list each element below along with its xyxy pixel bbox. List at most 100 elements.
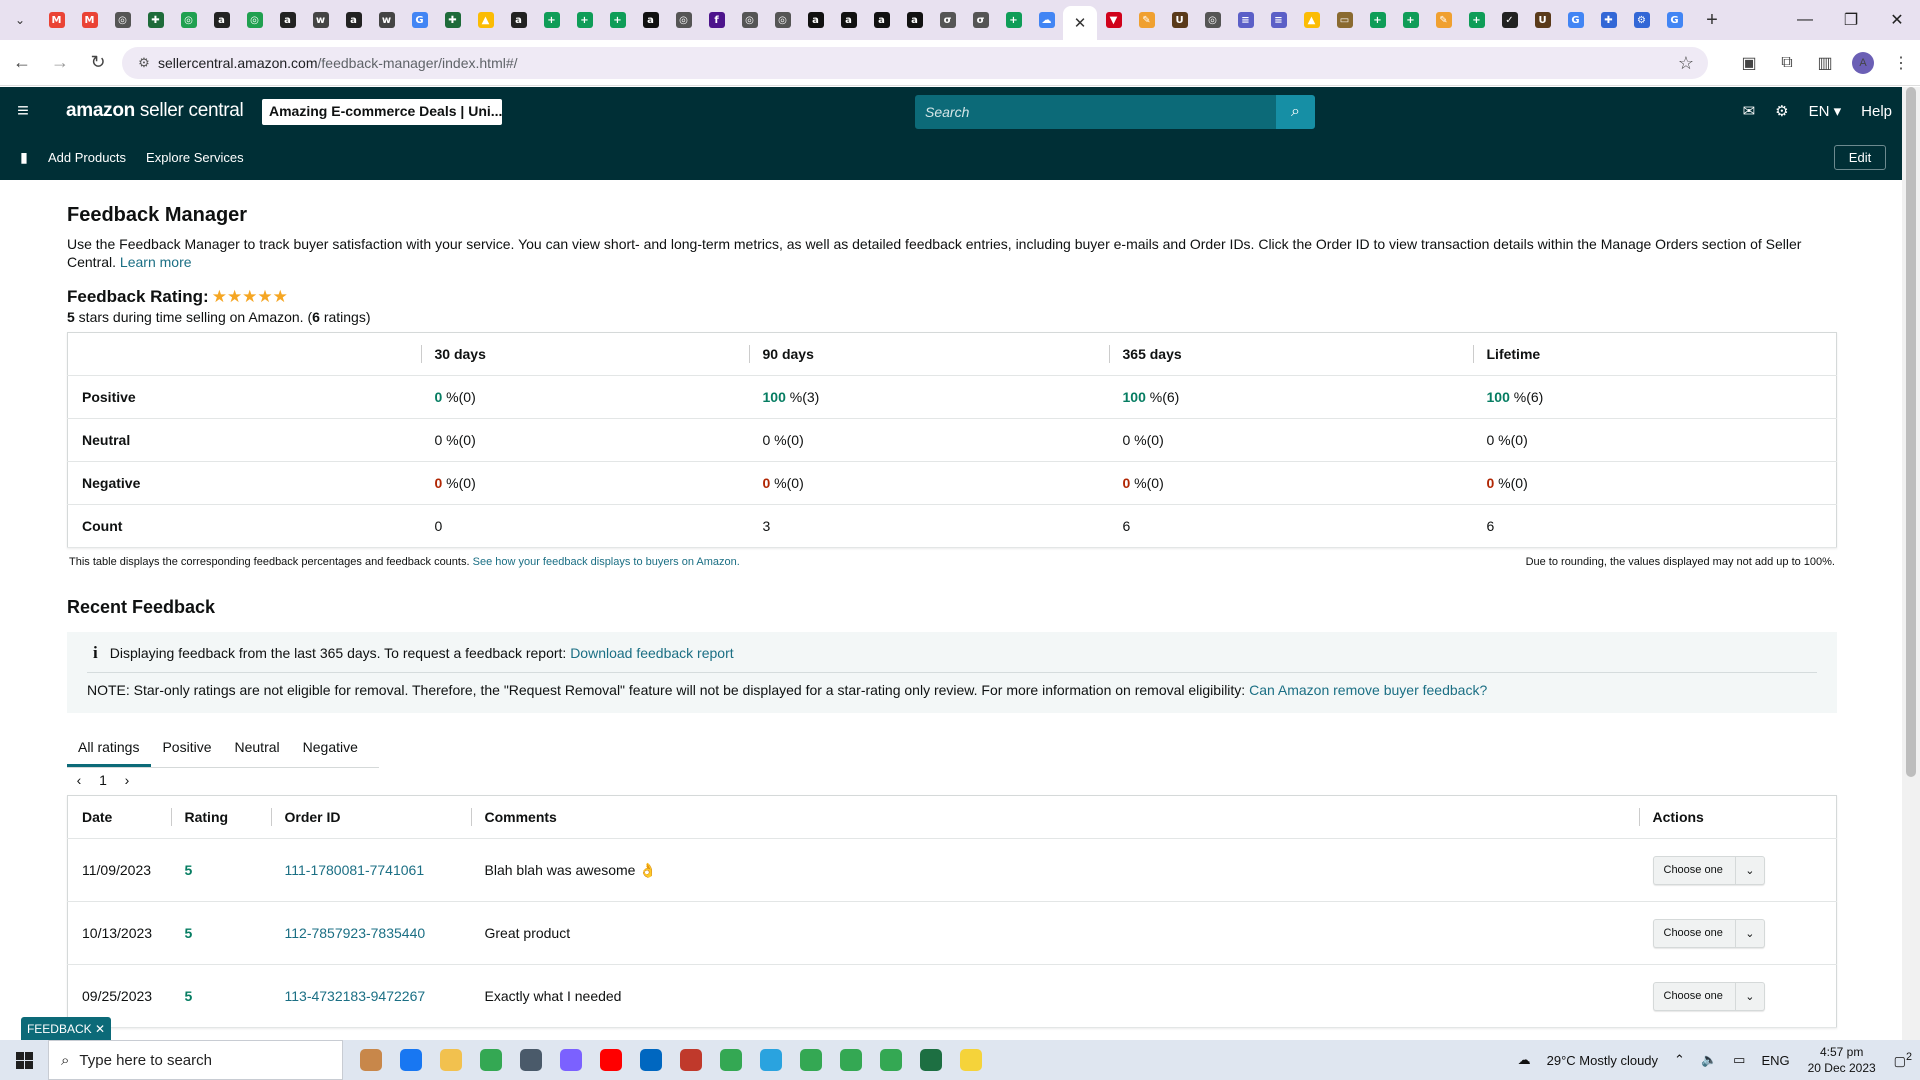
browser-tab[interactable]: + — [1460, 4, 1493, 36]
browser-tab[interactable]: ◎ — [667, 4, 700, 36]
forward-icon[interactable]: → — [44, 47, 76, 79]
browser-tab[interactable]: + — [1361, 4, 1394, 36]
start-button[interactable] — [0, 1051, 48, 1069]
browser-tab[interactable]: U — [1163, 4, 1196, 36]
browser-tab[interactable]: ◎ — [766, 4, 799, 36]
browser-tab[interactable]: G — [1658, 4, 1691, 36]
taskbar-app[interactable] — [831, 1040, 871, 1080]
extensions-puzzle-icon[interactable]: ⧉ — [1768, 54, 1806, 72]
reload-icon[interactable]: ↻ — [82, 47, 114, 79]
taskbar-search[interactable]: ⌕ Type here to search — [48, 1040, 343, 1080]
close-window-icon[interactable]: ✕ — [1874, 0, 1920, 40]
browser-tab[interactable]: a — [799, 4, 832, 36]
restore-icon[interactable]: ❐ — [1828, 0, 1874, 40]
taskbar-app[interactable] — [431, 1040, 471, 1080]
new-tab-button[interactable]: + — [1697, 5, 1727, 35]
page-scrollbar[interactable]: ▲ — [1902, 87, 1920, 1040]
browser-tab[interactable]: ✚ — [1592, 4, 1625, 36]
browser-tab[interactable]: ≡ — [1229, 4, 1262, 36]
browser-tab[interactable]: + — [535, 4, 568, 36]
browser-tab[interactable]: ◎ — [106, 4, 139, 36]
browser-tab[interactable]: ◎ — [172, 4, 205, 36]
browser-tab[interactable]: ◎ — [733, 4, 766, 36]
site-info-icon[interactable]: ⚙ — [130, 55, 158, 71]
active-tab-close-icon[interactable]: ✕ — [1063, 6, 1097, 40]
tab-all-ratings[interactable]: All ratings — [67, 731, 152, 767]
taskbar-app[interactable] — [711, 1040, 751, 1080]
side-panel-icon[interactable]: ▥ — [1806, 53, 1844, 73]
browser-tab[interactable]: a — [865, 4, 898, 36]
browser-tab[interactable]: ✎ — [1130, 4, 1163, 36]
weather-text[interactable]: 29°C Mostly cloudy — [1539, 1053, 1666, 1068]
actions-dropdown[interactable]: Choose one ⌄ — [1652, 855, 1765, 885]
scrollbar-thumb[interactable] — [1906, 87, 1916, 777]
search-input[interactable]: Search — [915, 95, 1278, 129]
taskbar-app[interactable] — [951, 1040, 991, 1080]
download-report-link[interactable]: Download feedback report — [570, 645, 733, 661]
browser-tab[interactable]: a — [898, 4, 931, 36]
taskbar-app[interactable] — [391, 1040, 431, 1080]
taskbar-app[interactable] — [471, 1040, 511, 1080]
browser-tab[interactable]: a — [271, 4, 304, 36]
browser-tab[interactable]: ✓ — [1493, 4, 1526, 36]
browser-tab[interactable]: a — [502, 4, 535, 36]
browser-tab[interactable]: + — [601, 4, 634, 36]
edit-nav-button[interactable]: Edit — [1834, 145, 1886, 170]
actions-dropdown[interactable]: Choose one ⌄ — [1652, 981, 1765, 1011]
extension-off-icon[interactable]: ▣ — [1730, 53, 1768, 73]
browser-tab[interactable]: ◎ — [238, 4, 271, 36]
browser-tab[interactable]: ▲ — [1295, 4, 1328, 36]
browser-tab[interactable]: M — [40, 4, 73, 36]
browser-tab[interactable]: G — [403, 4, 436, 36]
browser-tab[interactable]: M — [73, 4, 106, 36]
bookmark-icon[interactable]: ▮ — [0, 149, 48, 166]
seller-central-logo[interactable]: amazon seller central — [66, 100, 244, 122]
taskbar-app[interactable] — [751, 1040, 791, 1080]
learn-more-link[interactable]: Learn more — [120, 254, 192, 270]
browser-tab[interactable]: a — [832, 4, 865, 36]
prev-page-icon[interactable]: ‹ — [67, 772, 91, 788]
clock[interactable]: 4:57 pm 20 Dec 2023 — [1798, 1044, 1886, 1076]
tab-search-icon[interactable]: ⌄ — [0, 0, 40, 40]
language-indicator[interactable]: ENG — [1753, 1053, 1797, 1068]
browser-tab[interactable]: ☁ — [1030, 4, 1063, 36]
page-number[interactable]: 1 — [91, 772, 115, 788]
nav-explore-services[interactable]: Explore Services — [146, 150, 244, 165]
profile-avatar[interactable]: A — [1852, 52, 1874, 74]
taskbar-app[interactable] — [591, 1040, 631, 1080]
browser-tab[interactable]: a — [634, 4, 667, 36]
browser-tab[interactable]: + — [1394, 4, 1427, 36]
minimize-icon[interactable]: — — [1782, 0, 1828, 40]
removal-eligibility-link[interactable]: Can Amazon remove buyer feedback? — [1249, 682, 1487, 698]
browser-tab[interactable]: ✎ — [1427, 4, 1460, 36]
browser-tab[interactable]: + — [997, 4, 1030, 36]
order-id-link[interactable]: 113-4732183-9472267 — [285, 988, 426, 1004]
browser-tab[interactable]: U — [1526, 4, 1559, 36]
browser-tab[interactable]: ▼ — [1097, 4, 1130, 36]
search-button[interactable]: ⌕ — [1276, 95, 1315, 129]
help-link[interactable]: Help — [1851, 103, 1902, 120]
actions-dropdown[interactable]: Choose one ⌄ — [1652, 918, 1765, 948]
buyer-display-link[interactable]: See how your feedback displays to buyers… — [473, 556, 740, 568]
weather-icon[interactable]: ☁ — [1510, 1052, 1539, 1068]
bookmark-star-icon[interactable]: ☆ — [1678, 53, 1694, 74]
network-icon[interactable]: ▭ — [1725, 1052, 1753, 1068]
nav-add-products[interactable]: Add Products — [48, 150, 126, 165]
tab-positive[interactable]: Positive — [151, 731, 223, 767]
taskbar-app[interactable] — [551, 1040, 591, 1080]
browser-tab[interactable]: ▭ — [1328, 4, 1361, 36]
browser-tab[interactable]: ▲ — [469, 4, 502, 36]
taskbar-app[interactable] — [631, 1040, 671, 1080]
browser-tab[interactable]: ≡ — [1262, 4, 1295, 36]
url-text[interactable]: sellercentral.amazon.com/feedback-manage… — [158, 55, 518, 71]
mail-icon[interactable]: ✉ — [1733, 102, 1766, 120]
browser-menu-icon[interactable]: ⋮ — [1882, 53, 1920, 73]
language-selector[interactable]: EN ▾ — [1799, 102, 1852, 120]
order-id-link[interactable]: 112-7857923-7835440 — [285, 925, 426, 941]
tray-chevron-icon[interactable]: ⌃ — [1666, 1052, 1693, 1068]
tab-negative[interactable]: Negative — [292, 731, 370, 767]
taskbar-app[interactable] — [671, 1040, 711, 1080]
taskbar-app[interactable] — [351, 1040, 391, 1080]
browser-tab[interactable]: ✚ — [139, 4, 172, 36]
browser-tab[interactable]: ◎ — [1196, 4, 1229, 36]
